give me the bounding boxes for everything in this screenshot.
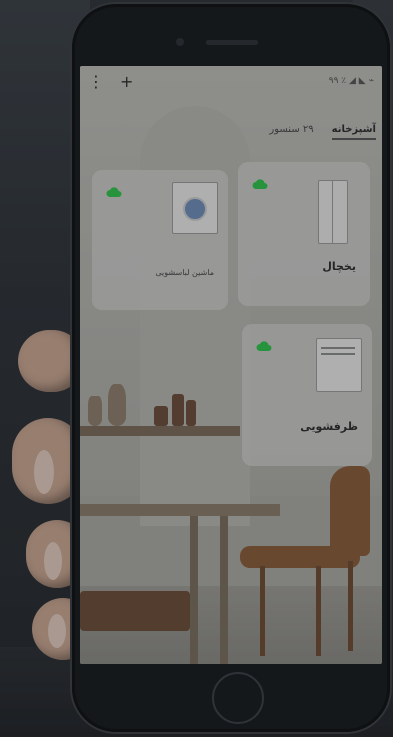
chair-leg [260,566,265,656]
dishwasher-panel-line [321,353,355,355]
table-leg [220,516,228,664]
washing-machine-card[interactable]: ماشین لباسشویی [92,170,228,310]
vase [108,384,126,426]
chair-leg [348,561,353,651]
wooden-shelf [80,426,240,436]
fridge-icon [318,180,348,244]
fingernail [34,450,54,494]
status-bar: ⋮ + ۹۹ ٪ ◢ ◣ ⌁ [80,66,382,96]
online-cloud-icon [252,179,268,189]
table-leg [190,516,198,664]
online-cloud-icon [256,341,272,351]
chair-seat [240,546,360,568]
fridge-label: یخچال [322,260,356,273]
jar [172,394,184,426]
fingernail [48,614,66,648]
status-indicators: ۹۹ ٪ ◢ ◣ ⌁ [328,76,374,86]
bench [80,591,190,631]
dining-table-top [80,504,280,516]
washer-door [183,197,207,221]
more-menu-icon[interactable]: ⋮ [88,72,104,91]
phone: ⋮ + ۹۹ ٪ ◢ ◣ ⌁ آشپزخانه ۲۹ سنسور یخچال م… [72,4,390,732]
tab-sensors[interactable]: ۲۹ سنسور [269,124,313,140]
dishwasher-card[interactable]: ظرفشویی [242,324,372,466]
washing-machine-icon [172,182,218,234]
dishwasher-icon [316,338,362,392]
home-button[interactable] [212,672,264,724]
chair-back [330,466,370,556]
jar [186,400,196,426]
online-cloud-icon [106,187,122,197]
phone-screen: ⋮ + ۹۹ ٪ ◢ ◣ ⌁ آشپزخانه ۲۹ سنسور یخچال م… [80,66,382,664]
tab-kitchen[interactable]: آشپزخانه [331,124,376,140]
vase [88,396,102,426]
add-icon[interactable]: + [120,72,133,91]
fridge-card[interactable]: یخچال [238,162,370,306]
earpiece-speaker [206,40,258,45]
jar [154,406,168,426]
dishwasher-panel-line [321,347,355,349]
dishwasher-label: ظرفشویی [300,420,358,433]
room-tabs: آشپزخانه ۲۹ سنسور [269,124,376,140]
washing-machine-label: ماشین لباسشویی [155,268,214,277]
fingernail [44,542,62,580]
chair-leg [316,566,321,656]
front-camera [176,38,184,46]
wall-arch [140,106,250,526]
